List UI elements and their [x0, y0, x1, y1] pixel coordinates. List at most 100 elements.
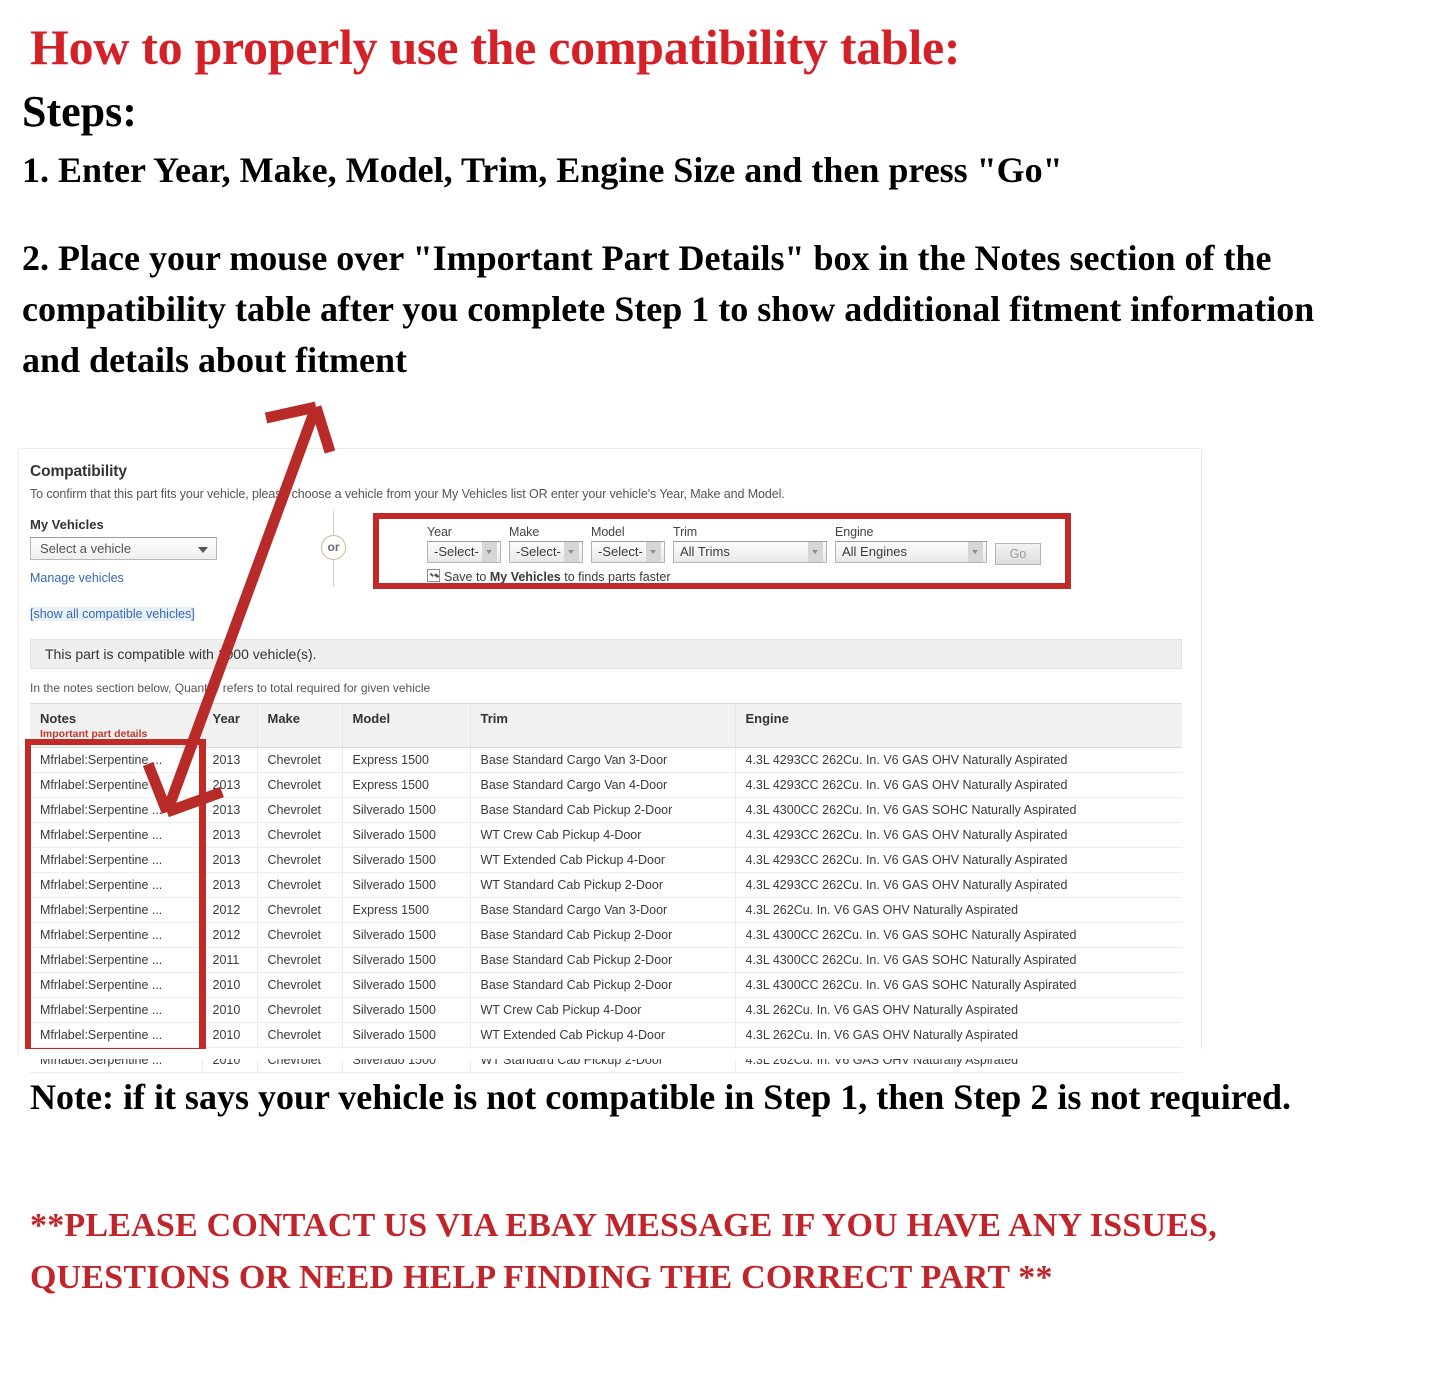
cell-model: Silverado 1500 [342, 822, 471, 848]
cell-notes[interactable]: Mfrlabel:Serpentine ... [30, 872, 203, 898]
cell-engine: 4.3L 4300CC 262Cu. In. V6 GAS SOHC Natur… [735, 797, 1182, 823]
column-header-notes: Notes Important part details [30, 703, 203, 748]
cell-make: Chevrolet [257, 922, 343, 948]
compatibility-heading: Compatibility [30, 463, 127, 480]
cell-trim: Base Standard Cab Pickup 2-Door [470, 947, 736, 973]
fitment-table: Notes Important part details Year Make M… [30, 703, 1182, 1073]
compatibility-subtitle: To confirm that this part fits your vehi… [30, 487, 785, 501]
step-1-text: 1. Enter Year, Make, Model, Trim, Engine… [22, 150, 1063, 190]
form-highlight-box [373, 513, 1071, 589]
cell-make: Chevrolet [257, 872, 343, 898]
cell-make: Chevrolet [257, 847, 343, 873]
cell-model: Silverado 1500 [342, 972, 471, 998]
cell-trim: WT Crew Cab Pickup 4-Door [470, 822, 736, 848]
cell-notes[interactable]: Mfrlabel:Serpentine ... [30, 947, 203, 973]
cell-engine: 4.3L 4300CC 262Cu. In. V6 GAS SOHC Natur… [735, 947, 1182, 973]
cell-notes[interactable]: Mfrlabel:Serpentine ... [30, 847, 203, 873]
table-row: Mfrlabel:Serpentine ... 2013 Chevrolet Silv… [30, 847, 1182, 873]
cell-trim: Base Standard Cab Pickup 2-Door [470, 797, 736, 823]
cell-model: Express 1500 [342, 747, 471, 773]
cell-trim: WT Extended Cab Pickup 4-Door [470, 1022, 736, 1048]
cell-model: Silverado 1500 [342, 922, 471, 948]
footer-contact-message: **PLEASE CONTACT US VIA EBAY MESSAGE IF … [30, 1207, 1217, 1296]
fitment-table-header-row: Notes Important part details Year Make M… [30, 703, 1182, 748]
cell-model: Silverado 1500 [342, 872, 471, 898]
cell-engine: 4.3L 262Cu. In. V6 GAS OHV Naturally Asp… [735, 1022, 1182, 1048]
column-header-notes-label: Notes [40, 711, 77, 726]
compatibility-widget: Compatibility To confirm that this part … [18, 448, 1203, 1073]
table-row: Mfrlabel:Serpentine ... 2010 Chevrolet Silv… [30, 972, 1182, 998]
cell-make: Chevrolet [257, 772, 343, 798]
cell-year: 2013 [202, 797, 258, 823]
table-row: Mfrlabel:Serpentine ... 2013 Chevrolet Silv… [30, 822, 1182, 848]
cell-make: Chevrolet [257, 897, 343, 923]
page-title: How to properly use the compatibility ta… [30, 19, 961, 75]
steps-label: Steps: [22, 87, 137, 136]
cell-year: 2010 [202, 972, 258, 998]
notes-quantity-hint: In the notes section below, Quantity ref… [30, 681, 431, 695]
my-vehicles-select[interactable]: Select a vehicle [30, 537, 217, 560]
show-all-compatible-vehicles-link[interactable]: [show all compatible vehicles] [30, 607, 195, 621]
cell-engine: 4.3L 4293CC 262Cu. In. V6 GAS OHV Natura… [735, 847, 1182, 873]
cell-engine: 4.3L 262Cu. In. V6 GAS OHV Naturally Asp… [735, 997, 1182, 1023]
cell-engine: 4.3L 262Cu. In. V6 GAS OHV Naturally Asp… [735, 897, 1182, 923]
cell-notes[interactable]: Mfrlabel:Serpentine ... [30, 922, 203, 948]
instructions-block: How to properly use the compatibility ta… [22, 8, 1422, 386]
cell-notes[interactable]: Mfrlabel:Serpentine ... [30, 1022, 203, 1048]
cell-year: 2013 [202, 872, 258, 898]
cell-model: Silverado 1500 [342, 847, 471, 873]
cell-model: Express 1500 [342, 772, 471, 798]
manage-vehicles-link[interactable]: Manage vehicles [30, 571, 124, 585]
step-2-text: 2. Place your mouse over "Important Part… [22, 237, 1315, 380]
cell-trim: Base Standard Cab Pickup 2-Door [470, 972, 736, 998]
cell-trim: Base Standard Cab Pickup 2-Door [470, 922, 736, 948]
cell-make: Chevrolet [257, 997, 343, 1023]
cell-make: Chevrolet [257, 947, 343, 973]
cell-notes[interactable]: Mfrlabel:Serpentine ... [30, 972, 203, 998]
cell-notes[interactable]: Mfrlabel:Serpentine ... [30, 747, 203, 773]
cell-engine: 4.3L 4300CC 262Cu. In. V6 GAS SOHC Natur… [735, 972, 1182, 998]
cell-year: 2013 [202, 822, 258, 848]
cell-year: 2010 [202, 997, 258, 1023]
column-header-trim: Trim [470, 703, 736, 748]
table-row: Mfrlabel:Serpentine ... 2012 Chevrolet Silv… [30, 922, 1182, 948]
cell-year: 2010 [202, 1022, 258, 1048]
cell-year: 2012 [202, 897, 258, 923]
cell-make: Chevrolet [257, 972, 343, 998]
cell-engine: 4.3L 4293CC 262Cu. In. V6 GAS OHV Natura… [735, 747, 1182, 773]
cell-model: Silverado 1500 [342, 797, 471, 823]
my-vehicles-select-value: Select a vehicle [40, 541, 132, 556]
table-row: Mfrlabel:Serpentine ... 2013 Chevrolet Silv… [30, 872, 1182, 898]
cell-year: 2012 [202, 922, 258, 948]
cell-notes[interactable]: Mfrlabel:Serpentine ... [30, 897, 203, 923]
table-row: Mfrlabel:Serpentine ... 2010 Chevrolet Silv… [30, 1022, 1182, 1048]
cell-notes[interactable]: Mfrlabel:Serpentine ... [30, 997, 203, 1023]
table-row: Mfrlabel:Serpentine ... 2012 Chevrolet Expr… [30, 897, 1182, 923]
fitment-table-body: Mfrlabel:Serpentine ... 2013 Chevrolet Expr… [30, 747, 1182, 1073]
cell-engine: 4.3L 4293CC 262Cu. In. V6 GAS OHV Natura… [735, 872, 1182, 898]
footer-note: Note: if it says your vehicle is not com… [30, 1077, 1292, 1117]
cell-year: 2013 [202, 747, 258, 773]
important-part-details-label[interactable]: Important part details [40, 728, 202, 740]
cell-notes[interactable]: Mfrlabel:Serpentine ... [30, 772, 203, 798]
table-bottom-fade [19, 1049, 1203, 1059]
my-vehicles-label: My Vehicles [30, 517, 104, 532]
cell-engine: 4.3L 4300CC 262Cu. In. V6 GAS SOHC Natur… [735, 922, 1182, 948]
cell-year: 2011 [202, 947, 258, 973]
cell-trim: Base Standard Cargo Van 3-Door [470, 747, 736, 773]
table-row: Mfrlabel:Serpentine ... 2010 Chevrolet Silv… [30, 997, 1182, 1023]
cell-notes[interactable]: Mfrlabel:Serpentine ... [30, 822, 203, 848]
column-header-year: Year [202, 703, 258, 748]
column-header-make: Make [257, 703, 343, 748]
chevron-down-icon [198, 547, 208, 553]
cell-make: Chevrolet [257, 1022, 343, 1048]
cell-model: Silverado 1500 [342, 1022, 471, 1048]
cell-make: Chevrolet [257, 822, 343, 848]
cell-notes[interactable]: Mfrlabel:Serpentine ... [30, 797, 203, 823]
cell-make: Chevrolet [257, 797, 343, 823]
compatibility-count-banner: This part is compatible with 1000 vehicl… [30, 639, 1182, 669]
or-divider: or [316, 511, 352, 587]
table-row: Mfrlabel:Serpentine ... 2013 Chevrolet Expr… [30, 747, 1182, 773]
cell-engine: 4.3L 4293CC 262Cu. In. V6 GAS OHV Natura… [735, 772, 1182, 798]
column-header-engine: Engine [735, 703, 1182, 748]
